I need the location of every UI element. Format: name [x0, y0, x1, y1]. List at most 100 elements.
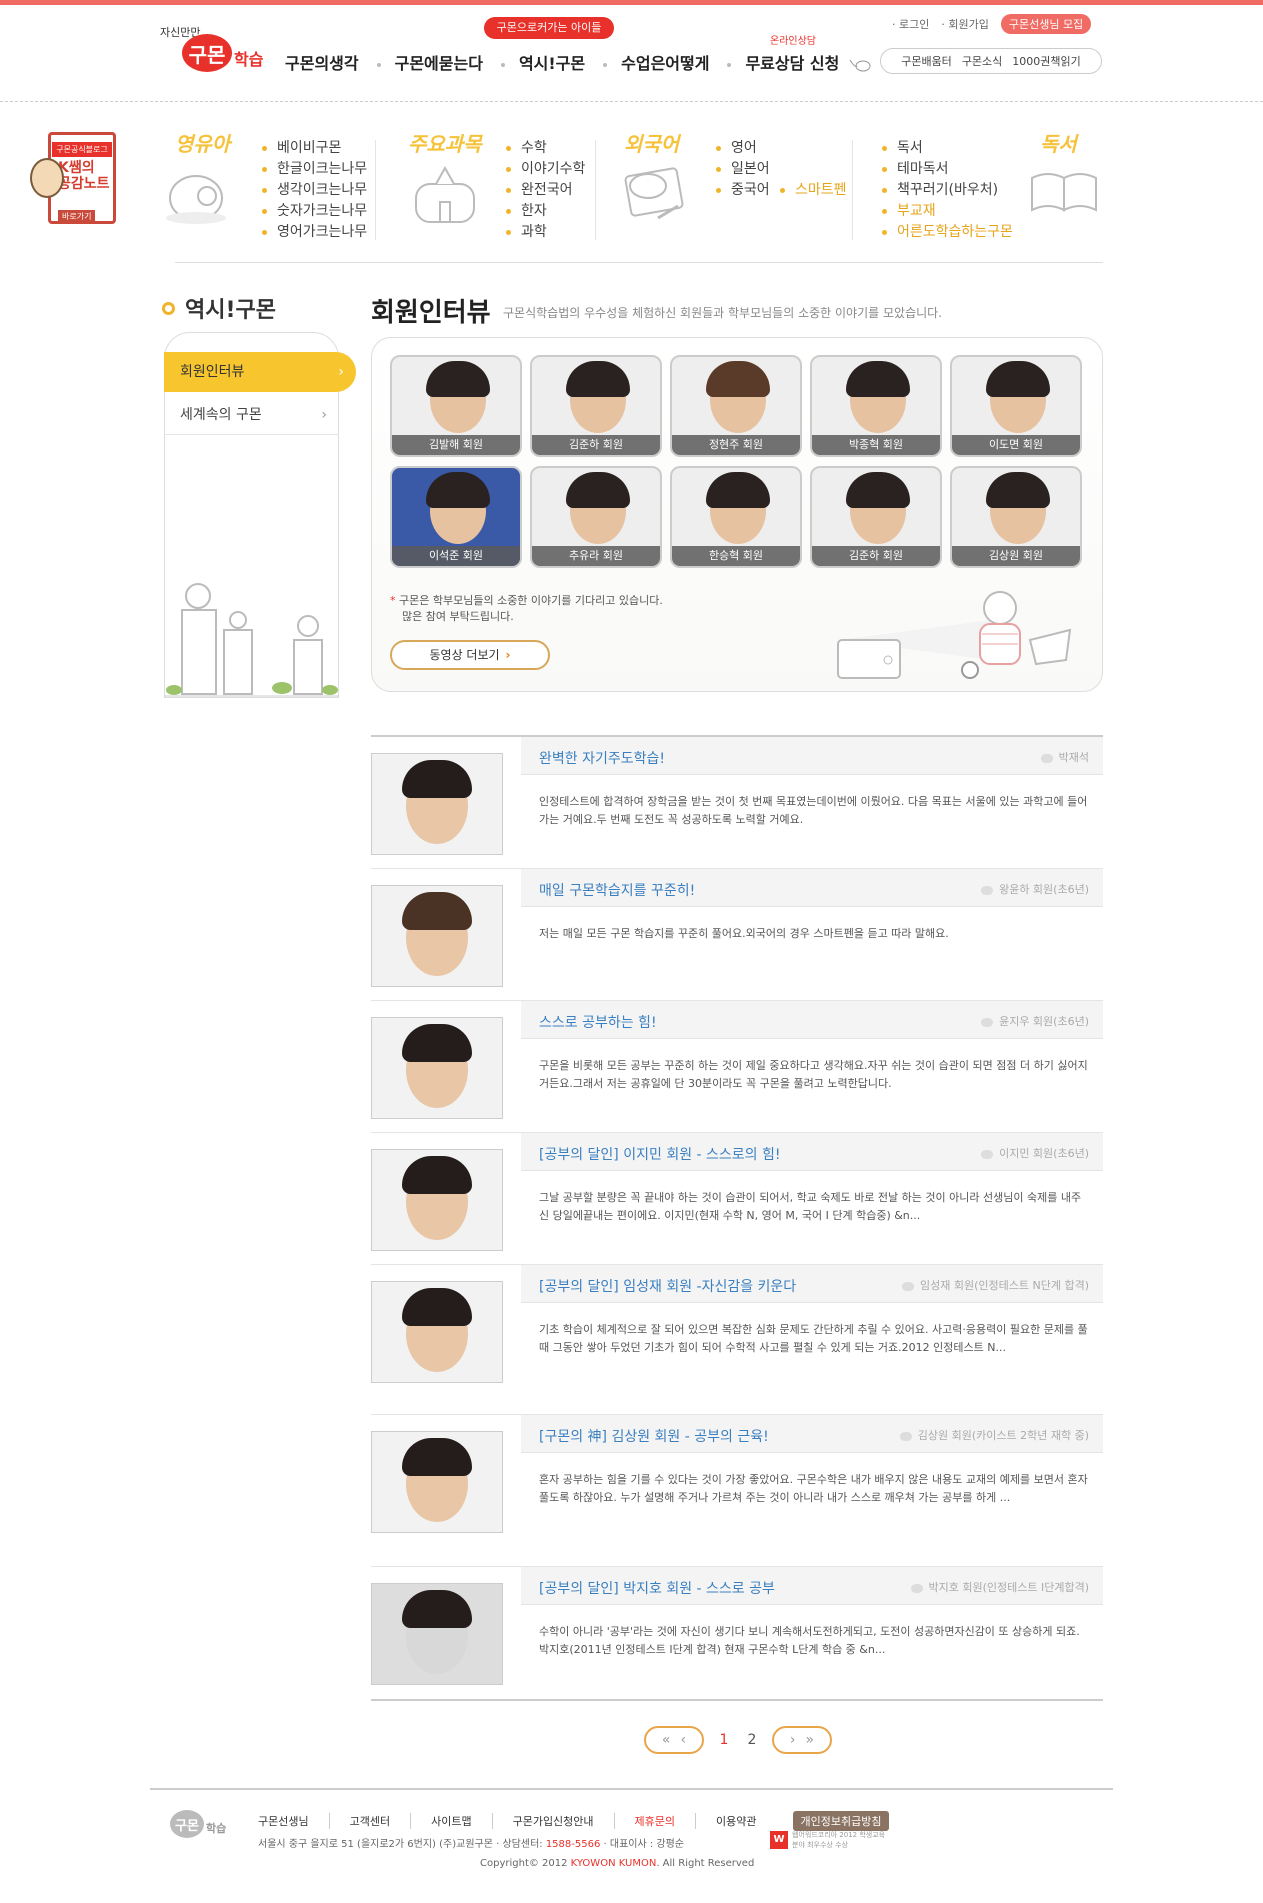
- nav-item-indeed[interactable]: 역시!구몬: [483, 50, 585, 73]
- category-item[interactable]: 수학: [506, 138, 585, 159]
- footer-link-privacy[interactable]: 개인정보취급방침: [792, 1811, 890, 1831]
- interview-title[interactable]: 완벽한 자기주도학습!: [539, 748, 665, 768]
- category-item[interactable]: 한자: [506, 201, 585, 222]
- util-link-news[interactable]: 구몬소식: [962, 53, 1002, 69]
- footer-divider: [150, 1788, 1113, 1790]
- last-page-button[interactable]: »: [806, 1732, 815, 1748]
- util-link-learning[interactable]: 구몬배움터: [901, 53, 952, 69]
- lnb-item-interview[interactable]: 회원인터뷰 ›: [164, 352, 356, 392]
- category-item[interactable]: 이야기수학: [506, 159, 585, 180]
- prev-page-button[interactable]: ‹: [680, 1732, 686, 1748]
- category-item[interactable]: 숫자가크는나무: [262, 201, 367, 222]
- footer-link-terms[interactable]: 이용약관: [695, 1813, 776, 1829]
- gallery-thumb[interactable]: 김준하 회원: [530, 355, 662, 457]
- page-number[interactable]: 2: [744, 1732, 760, 1748]
- interview-title[interactable]: [공부의 달인] 이지민 회원 - 스스로의 힘!: [539, 1144, 781, 1164]
- lnb-title: 역시!구몬: [162, 292, 276, 324]
- category-item[interactable]: 책꾸러기(바우처): [882, 180, 1013, 201]
- gallery-thumb[interactable]: 이도면 회원: [950, 355, 1082, 457]
- gallery-thumb[interactable]: 김발해 회원: [390, 355, 522, 457]
- category-item[interactable]: 부교재: [882, 201, 1013, 222]
- category-item[interactable]: 일본어: [716, 159, 770, 180]
- footer-link-join-guide[interactable]: 구몬가입신청안내: [491, 1813, 614, 1829]
- interview-head: 스스로 공부하는 힘! 윤지우 회원(초6년): [521, 1001, 1103, 1039]
- gallery-thumb[interactable]: 한승혁 회원: [670, 466, 802, 568]
- gallery-caption: 김상원 회원: [952, 546, 1080, 566]
- gallery-thumb[interactable]: 박종혁 회원: [810, 355, 942, 457]
- login-link[interactable]: · 로그인: [892, 16, 929, 32]
- category-item[interactable]: 영어: [716, 138, 770, 159]
- footer-link-support[interactable]: 고객센터: [328, 1813, 410, 1829]
- category-item[interactable]: 과학: [506, 222, 585, 243]
- category-item[interactable]: 생각이크는나무: [262, 180, 367, 201]
- nav-item-ask[interactable]: 구몬에묻는다: [359, 50, 483, 73]
- next-page-button[interactable]: ›: [790, 1732, 796, 1748]
- interview-title[interactable]: 스스로 공부하는 힘!: [539, 1012, 657, 1032]
- projector-illustration: [837, 591, 1072, 679]
- banner-tag: 구몬공식블로그: [52, 142, 112, 157]
- first-page-button[interactable]: «: [662, 1732, 671, 1748]
- category-item[interactable]: 테마독서: [882, 159, 1013, 180]
- join-link[interactable]: · 회원가입: [941, 16, 988, 32]
- category-item[interactable]: 중국어: [716, 180, 770, 201]
- page-title: 회원인터뷰: [371, 298, 491, 328]
- interview-title[interactable]: [공부의 달인] 박지호 회원 - 스스로 공부: [539, 1578, 775, 1598]
- hair-image: [402, 1024, 472, 1062]
- category-item[interactable]: 베이비구몬: [262, 138, 367, 159]
- interview-row[interactable]: 매일 구몬학습지를 꾸준히! 왕윤하 회원(초6년) 저는 매일 모든 구몬 학습…: [371, 869, 1103, 1001]
- interview-row[interactable]: [구몬의 神] 김상원 회원 - 공부의 근육! 김상원 회원(카이스트 2학년 …: [371, 1415, 1103, 1567]
- interview-head: 완벽한 자기주도학습! 박재석: [521, 737, 1103, 775]
- interview-author: 윤지우 회원(초6년): [981, 1013, 1089, 1029]
- gallery-thumb[interactable]: 김준하 회원: [810, 466, 942, 568]
- footer-link-teacher[interactable]: 구몬선생님: [258, 1813, 329, 1829]
- logo[interactable]: 자신만만 구몬 학습: [160, 24, 268, 76]
- page-number-current[interactable]: 1: [716, 1732, 732, 1748]
- gallery-thumb[interactable]: 추유라 회원: [530, 466, 662, 568]
- interview-title[interactable]: 매일 구몬학습지를 꾸준히!: [539, 880, 695, 900]
- interview-title[interactable]: [공부의 달인] 임성재 회원 -자신감을 키운다: [539, 1276, 796, 1296]
- interview-row[interactable]: 스스로 공부하는 힘! 윤지우 회원(초6년) 구몬을 비롯해 모든 공부는 꾸준…: [371, 1001, 1103, 1133]
- lnb-title-text: 역시!구몬: [185, 298, 276, 323]
- gallery-note-text: 구몬은 학부모님들의 소중한 이야기를 기다리고 있습니다.: [399, 594, 663, 607]
- header-divider: [0, 101, 1263, 102]
- interview-row[interactable]: [공부의 달인] 임성재 회원 -자신감을 키운다 임성재 회원(인정테스트 N단…: [371, 1265, 1103, 1415]
- nav-bubble: 구몬으로커가는 아이들: [484, 17, 614, 39]
- gallery-note: * 구몬은 학부모님들의 소중한 이야기를 기다리고 있습니다. 많은 참여 부…: [390, 593, 663, 625]
- footer-logo-text: 학습: [206, 1822, 227, 1835]
- lnb-illustration: [164, 583, 339, 697]
- category-item[interactable]: 한글이크는나무: [262, 159, 367, 180]
- category-item[interactable]: 독서: [882, 138, 1013, 159]
- blog-banner[interactable]: 구몬공식블로그 K쌤의 공감노트 바로가기: [30, 128, 120, 238]
- interview-title[interactable]: [구몬의 神] 김상원 회원 - 공부의 근육!: [539, 1426, 769, 1446]
- nav-item-philosophy[interactable]: 구몬의생각: [285, 50, 359, 73]
- category-item[interactable]: 어른도학습하는구몬: [882, 222, 1013, 243]
- award-text: 웹어워드코리아 2012 학생교육분야 최우수상 수상: [792, 1831, 886, 1849]
- nav-item-consult[interactable]: 무료상담 신청: [709, 50, 871, 73]
- lnb-item-global[interactable]: 세계속의 구몬 ›: [164, 395, 339, 435]
- category-foreign: 외국어: [624, 128, 684, 220]
- category-item-smartpen[interactable]: 스마트펜: [780, 180, 847, 201]
- category-title: 외국어: [624, 132, 680, 156]
- nav-item-lesson[interactable]: 수업은어떻게: [585, 50, 709, 73]
- util-link-books[interactable]: 1000권책읽기: [1012, 53, 1080, 69]
- category-main: 주요과목: [408, 128, 482, 223]
- category-item[interactable]: 영어가크는나무: [262, 222, 367, 243]
- hair-image: [706, 361, 770, 397]
- top-accent-bar: [0, 0, 1263, 5]
- interview-author: 박지호 회원(인정테스트 I단계합격): [911, 1579, 1090, 1595]
- interview-row[interactable]: [공부의 달인] 이지민 회원 - 스스로의 힘! 이지민 회원(초6년) 그날 …: [371, 1133, 1103, 1265]
- interview-author: 이지민 회원(초6년): [981, 1145, 1089, 1161]
- category-item[interactable]: 완전국어: [506, 180, 585, 201]
- footer-award: W 웹어워드코리아 2012 학생교육분야 최우수상 수상: [770, 1830, 888, 1850]
- interview-row[interactable]: [공부의 달인] 박지호 회원 - 스스로 공부 박지호 회원(인정테스트 I단계…: [371, 1567, 1103, 1701]
- footer-link-partnership[interactable]: 제휴문의: [613, 1813, 695, 1829]
- interview-row[interactable]: 완벽한 자기주도학습! 박재석 인정테스트에 합격하여 장학금을 받는 것이 첫 …: [371, 737, 1103, 869]
- hair-image: [986, 472, 1050, 508]
- recruit-button[interactable]: 구몬선생님 모집: [1000, 14, 1092, 34]
- gallery-thumb[interactable]: 이석준 회원: [390, 466, 522, 568]
- book-icon: [1031, 173, 1097, 212]
- footer-link-sitemap[interactable]: 사이트맵: [410, 1813, 491, 1829]
- gallery-thumb[interactable]: 정현주 회원: [670, 355, 802, 457]
- gallery-thumb[interactable]: 김상원 회원: [950, 466, 1082, 568]
- more-videos-button[interactable]: 동영상 더보기 ›: [390, 640, 550, 670]
